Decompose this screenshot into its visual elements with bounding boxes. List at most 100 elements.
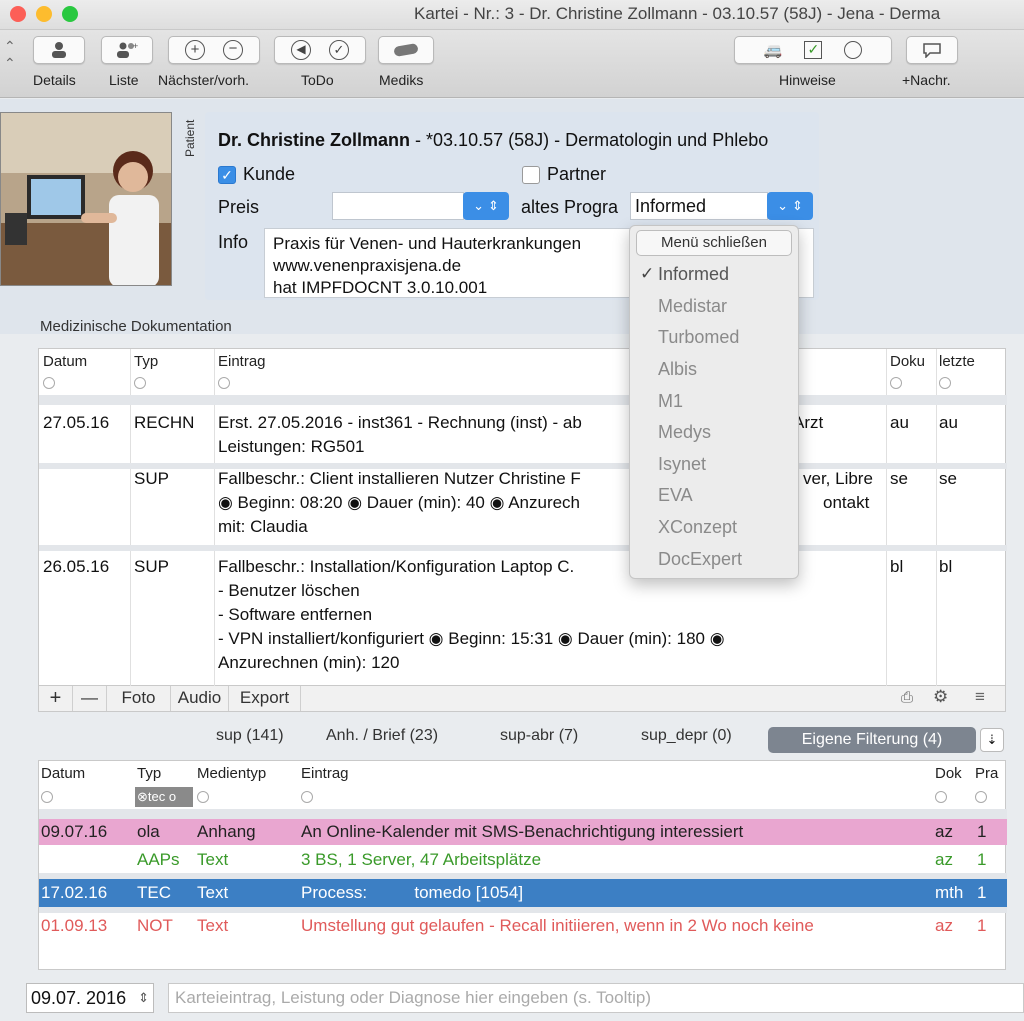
row-doku[interactable]: bl: [890, 555, 903, 579]
export-button[interactable]: Export: [229, 686, 301, 711]
menu-option-docexpert[interactable]: DocExpert: [658, 549, 742, 570]
menu-option-isynet[interactable]: Isynet: [658, 454, 706, 475]
patient-photo[interactable]: [0, 112, 172, 286]
header-doku[interactable]: Doku: [890, 353, 925, 370]
row-type[interactable]: SUP: [134, 555, 169, 579]
minimize-window-button[interactable]: [36, 6, 52, 22]
header-medientyp[interactable]: Medientyp: [197, 765, 266, 782]
row-doku[interactable]: se: [890, 467, 908, 491]
date-field[interactable]: 09.07. 2016 ⇕: [26, 983, 154, 1013]
next-icon[interactable]: +: [185, 40, 205, 60]
preis-select-arrows[interactable]: ⌄ ⇕: [463, 192, 509, 220]
row-entry-line[interactable]: Fallbeschr.: Installation/Konfiguration …: [218, 555, 574, 579]
close-window-button[interactable]: [10, 6, 26, 22]
audio-button[interactable]: Audio: [171, 686, 229, 711]
previous-icon[interactable]: −: [223, 40, 243, 60]
truck-icon[interactable]: 🚐: [764, 41, 783, 59]
row-letzte[interactable]: au: [939, 411, 958, 435]
list-options-icon[interactable]: ≡: [975, 687, 985, 707]
row-entry-line[interactable]: Erst. 27.05.2016 - inst361 - Rechnung (i…: [218, 411, 582, 435]
media-row[interactable]: AAPs Text 3 BS, 1 Server, 47 Arbeitsplät…: [39, 847, 1007, 873]
collapse-chevron-icon[interactable]: ⌃ ⌃: [4, 38, 16, 72]
row-entry-line[interactable]: Anzurechnen (min): 120: [218, 651, 399, 675]
row-letzte[interactable]: bl: [939, 555, 952, 579]
media-row[interactable]: 01.09.13 NOT Text Umstellung gut gelaufe…: [39, 913, 1007, 939]
row-type[interactable]: RECHN: [134, 411, 194, 435]
partner-checkbox[interactable]: [522, 166, 540, 184]
print-icon[interactable]: ⎙: [901, 689, 913, 706]
header-datum[interactable]: Datum: [43, 353, 87, 370]
nachricht-button[interactable]: [906, 36, 958, 64]
gear-icon[interactable]: ⚙: [933, 687, 948, 707]
filter-tab-sup[interactable]: sup (141): [216, 727, 284, 745]
filter-radio[interactable]: [975, 791, 987, 803]
preis-select[interactable]: [332, 192, 464, 220]
typ-filter-token[interactable]: ⊗tec o: [135, 787, 193, 807]
row-date[interactable]: 26.05.16: [43, 555, 109, 579]
menu-option-turbomed[interactable]: Turbomed: [658, 327, 739, 348]
kartei-entry-input[interactable]: Karteieintrag, Leistung oder Diagnose hi…: [168, 983, 1024, 1013]
menu-close-button[interactable]: Menü schließen: [636, 230, 792, 256]
filter-tab-anh-brief[interactable]: Anh. / Brief (23): [326, 727, 438, 745]
liste-button[interactable]: +: [101, 36, 153, 64]
checkbox-icon[interactable]: ✓: [804, 41, 823, 59]
row-letzte[interactable]: se: [939, 467, 957, 491]
todo-button-group[interactable]: ◀ ✓: [274, 36, 366, 64]
menu-option-medistar[interactable]: Medistar: [658, 296, 727, 317]
header-eintrag[interactable]: Eintrag: [301, 765, 349, 782]
menu-option-xconzept[interactable]: XConzept: [658, 517, 737, 538]
row-entry-tail[interactable]: ontakt: [823, 491, 869, 515]
date-stepper-icon[interactable]: ⇕: [138, 984, 149, 1012]
header-datum[interactable]: Datum: [41, 765, 85, 782]
header-eintrag[interactable]: Eintrag: [218, 353, 266, 370]
header-pra[interactable]: Pra: [975, 765, 998, 782]
remove-entry-button[interactable]: —: [73, 686, 107, 711]
row-doku[interactable]: au: [890, 411, 909, 435]
kunde-checkbox[interactable]: ✓: [218, 166, 236, 184]
row-entry-line[interactable]: - Software entfernen: [218, 603, 372, 627]
mediks-button[interactable]: [378, 36, 434, 64]
filter-menu-icon[interactable]: ⇣: [980, 728, 1004, 752]
header-letzte[interactable]: letzte: [939, 353, 975, 370]
media-row[interactable]: 09.07.16 ola Anhang An Online-Kalender m…: [39, 819, 1007, 845]
row-entry-line[interactable]: Fallbeschr.: Client installieren Nutzer …: [218, 467, 581, 491]
row-entry-tail[interactable]: ver, Libre: [803, 467, 873, 491]
row-entry-line[interactable]: mit: Claudia: [218, 515, 308, 539]
row-entry-line[interactable]: - Benutzer löschen: [218, 579, 360, 603]
filter-radio[interactable]: [197, 791, 209, 803]
media-row-selected[interactable]: 17.02.16 TEC Text Process: tomedo [1054]…: [39, 879, 1007, 907]
alarm-clock-icon[interactable]: [844, 41, 863, 59]
filter-radio[interactable]: [301, 791, 313, 803]
filter-radio[interactable]: [939, 377, 951, 389]
altes-programm-select[interactable]: Informed: [630, 192, 768, 220]
menu-option-medys[interactable]: Medys: [658, 422, 711, 443]
checkmark-circle-icon[interactable]: ✓: [329, 40, 349, 60]
menu-option-m1[interactable]: M1: [658, 391, 683, 412]
header-dok[interactable]: Dok: [935, 765, 962, 782]
row-type[interactable]: SUP: [134, 467, 169, 491]
zoom-window-button[interactable]: [62, 6, 78, 22]
filter-radio[interactable]: [218, 377, 230, 389]
filter-tab-eigene[interactable]: Eigene Filterung (4): [768, 727, 976, 753]
row-entry-line[interactable]: ◉ Beginn: 08:20 ◉ Dauer (min): 40 ◉ Anzu…: [218, 491, 580, 515]
filter-radio[interactable]: [134, 377, 146, 389]
back-arrow-icon[interactable]: ◀: [291, 40, 311, 60]
add-entry-button[interactable]: +: [39, 686, 73, 711]
foto-button[interactable]: Foto: [107, 686, 171, 711]
filter-tab-sup-depr[interactable]: sup_depr (0): [641, 727, 732, 745]
row-date[interactable]: 27.05.16: [43, 411, 109, 435]
filter-radio[interactable]: [935, 791, 947, 803]
naechster-vorh-button-group[interactable]: + −: [168, 36, 260, 64]
filter-radio[interactable]: [41, 791, 53, 803]
menu-option-informed[interactable]: Informed: [658, 264, 729, 285]
row-entry-line[interactable]: Leistungen: RG501: [218, 435, 365, 459]
altes-programm-select-arrows[interactable]: ⌄ ⇕: [767, 192, 813, 220]
filter-radio[interactable]: [890, 377, 902, 389]
row-entry-line[interactable]: - VPN installiert/konfiguriert ◉ Beginn:…: [218, 627, 725, 651]
menu-option-albis[interactable]: Albis: [658, 359, 697, 380]
filter-tab-sup-abr[interactable]: sup-abr (7): [500, 727, 578, 745]
header-typ[interactable]: Typ: [137, 765, 161, 782]
hinweise-button-group[interactable]: 🚐 ✓: [734, 36, 892, 64]
header-typ[interactable]: Typ: [134, 353, 158, 370]
details-button[interactable]: [33, 36, 85, 64]
